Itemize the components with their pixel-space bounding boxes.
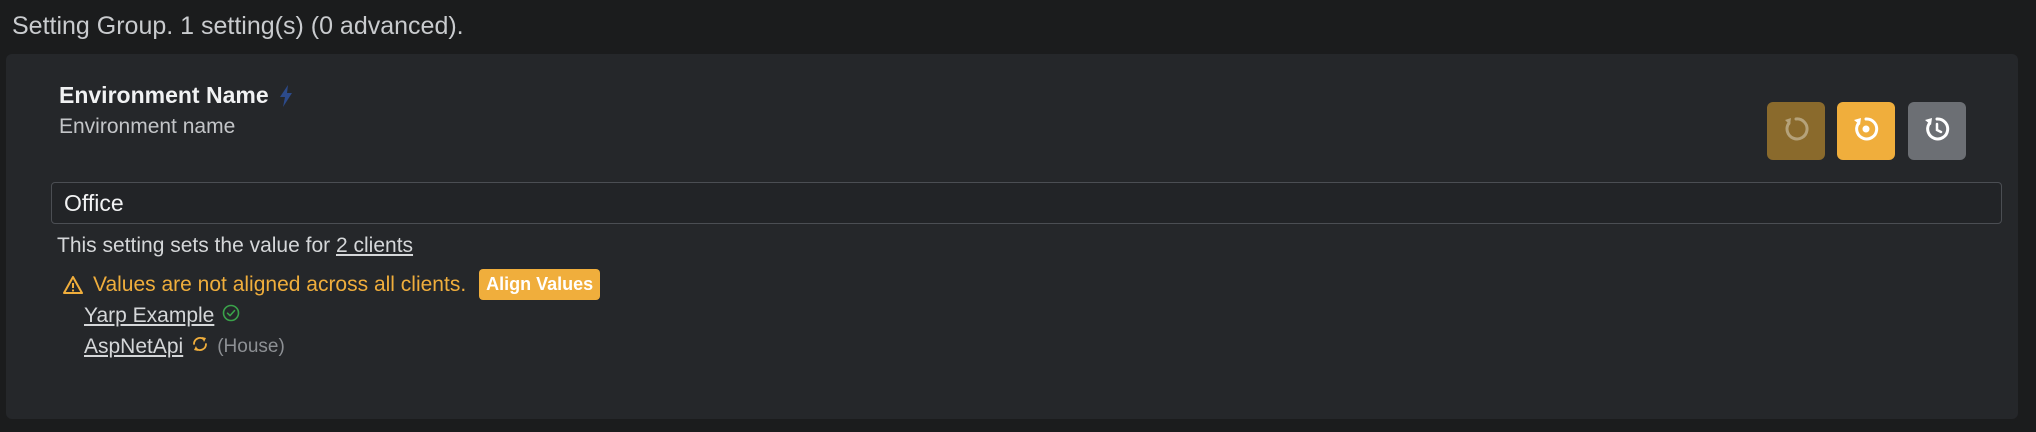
warning-text: Values are not aligned across all client… <box>93 272 467 296</box>
undo-icon <box>1781 114 1811 149</box>
undo-button[interactable] <box>1767 102 1825 160</box>
reset-to-default-icon <box>1851 114 1881 149</box>
setting-title: Environment Name <box>59 82 269 108</box>
list-item: Yarp Example <box>84 304 240 328</box>
sync-icon <box>191 335 209 359</box>
setting-description: Environment name <box>59 115 236 138</box>
setting-value-input[interactable] <box>51 182 2002 224</box>
warning-icon <box>63 275 83 294</box>
clients-summary: This setting sets the value for 2 client… <box>57 234 413 258</box>
list-item: AspNetApi (House) <box>84 335 285 359</box>
lightning-bolt-icon <box>279 84 293 107</box>
history-icon <box>1922 114 1952 149</box>
client-link[interactable]: Yarp Example <box>84 304 214 328</box>
client-note: (House) <box>217 336 285 357</box>
clients-link[interactable]: 2 clients <box>336 234 413 257</box>
setting-group-header: Setting Group. 1 setting(s) (0 advanced)… <box>12 12 464 40</box>
setting-title-row: Environment Name <box>59 82 293 109</box>
setting-panel: Environment Name Environment name Office… <box>6 54 2018 419</box>
alignment-warning: Values are not aligned across all client… <box>63 269 601 300</box>
check-circle-icon <box>222 304 240 328</box>
align-values-button[interactable]: Align Values <box>479 269 601 300</box>
reset-to-default-button[interactable] <box>1837 102 1895 160</box>
history-button[interactable] <box>1908 102 1966 160</box>
clients-summary-text: This setting sets the value for <box>57 234 331 257</box>
client-link[interactable]: AspNetApi <box>84 335 183 359</box>
